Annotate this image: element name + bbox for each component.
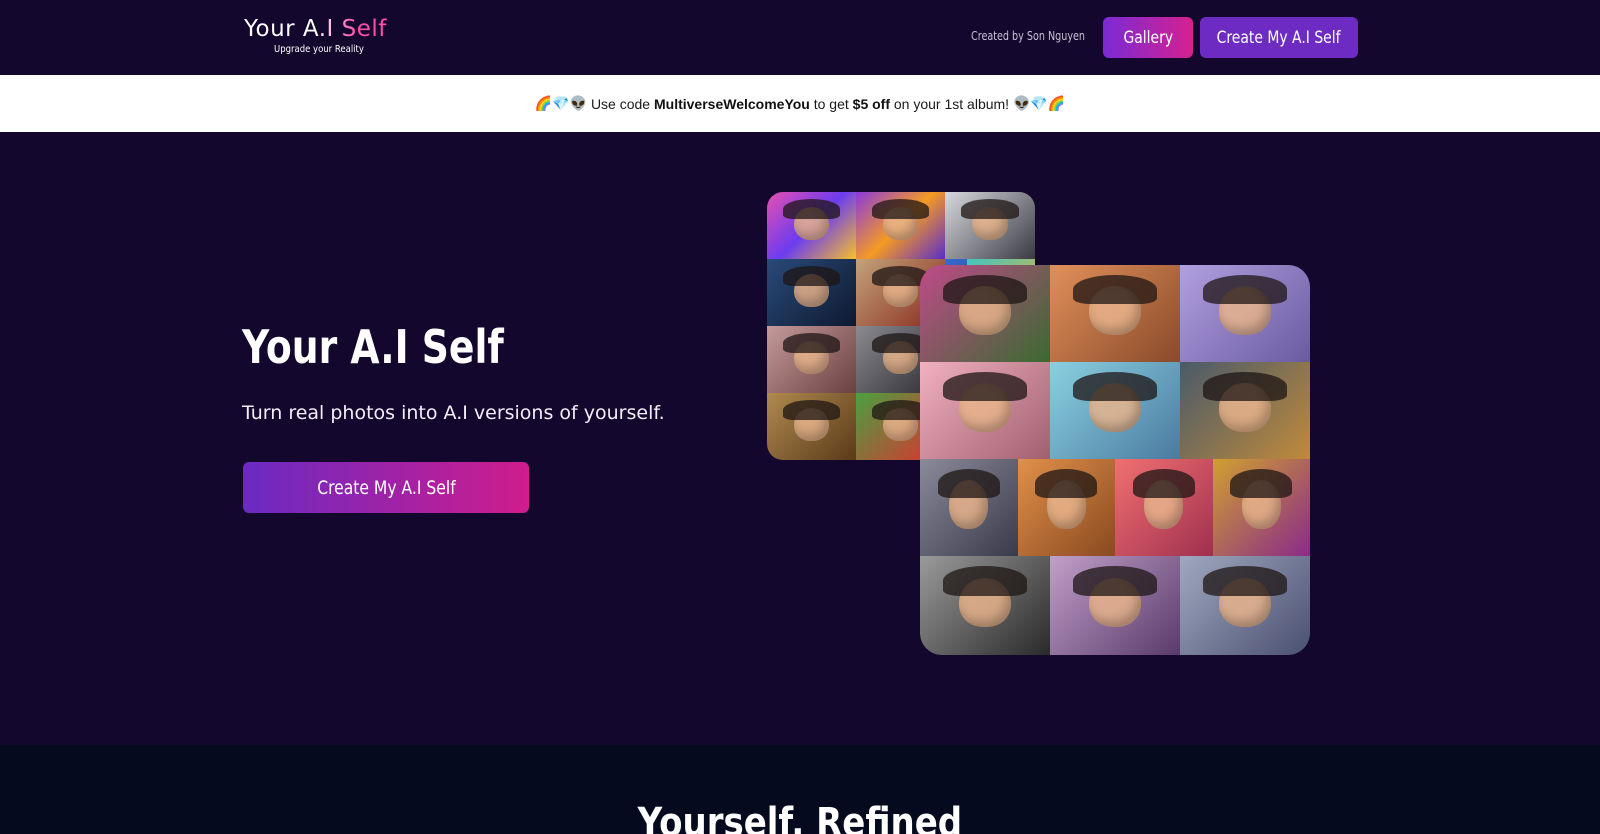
portrait-image — [856, 192, 945, 259]
collage-row — [920, 362, 1310, 459]
hero-create-button[interactable]: Create My A.I Self — [243, 462, 529, 513]
portrait-image — [1180, 362, 1310, 459]
portrait-image — [767, 259, 856, 326]
logo-title: Your A.I Self — [244, 16, 404, 42]
hero-subtitle: Turn real photos into A.I versions of yo… — [242, 402, 665, 424]
promo-text-3: on your 1st album! — [893, 95, 1010, 112]
collage-row — [920, 265, 1310, 362]
portrait-image — [1050, 362, 1180, 459]
promo-code: MultiverseWelcomeYou — [653, 95, 810, 112]
features-section: Yourself, Refined — [0, 745, 1600, 834]
portrait-image — [1017, 459, 1115, 556]
gallery-button[interactable]: Gallery — [1103, 17, 1193, 58]
collage-row — [920, 459, 1310, 556]
section-title: Yourself, Refined — [0, 800, 1600, 834]
portrait-image — [767, 326, 856, 393]
portrait-image — [920, 556, 1050, 655]
portrait-image — [920, 265, 1050, 362]
create-my-ai-self-button[interactable]: Create My A.I Self — [1200, 17, 1358, 58]
portrait-image — [945, 192, 1035, 259]
promo-banner: 🌈💎👽 Use code MultiverseWelcomeYou to get… — [0, 75, 1600, 132]
portrait-image — [1180, 556, 1310, 655]
portrait-image — [1212, 459, 1310, 556]
logo[interactable]: Your A.I Self Upgrade your Reality — [244, 16, 404, 60]
portrait-image — [1115, 459, 1213, 556]
portrait-image — [767, 393, 856, 460]
gallery-button-label: Gallery — [1123, 27, 1173, 48]
site-header: Your A.I Self Upgrade your Reality Creat… — [0, 0, 1600, 75]
portrait-image — [1050, 556, 1180, 655]
portrait-collage-large — [920, 265, 1310, 655]
portrait-image — [1180, 265, 1310, 362]
portrait-image — [1050, 265, 1180, 362]
created-by-text: Created by Son Nguyen — [971, 29, 1086, 43]
promo-emoji-left: 🌈💎👽 — [534, 95, 588, 111]
promo-discount: $5 off — [852, 95, 890, 112]
promo-text-1: Use code — [590, 95, 651, 112]
logo-subtitle: Upgrade your Reality — [274, 44, 364, 55]
promo-emoji-right: 👽💎🌈 — [1012, 95, 1066, 111]
portrait-image — [920, 459, 1018, 556]
portrait-image — [920, 362, 1050, 459]
hero-title: Your A.I Self — [242, 320, 504, 374]
section-title-text: Yourself, Refined — [637, 800, 963, 834]
portrait-image — [767, 192, 856, 259]
promo-text-2: to get — [813, 95, 849, 112]
hero-create-button-label: Create My A.I Self — [316, 476, 456, 499]
create-button-label: Create My A.I Self — [1217, 27, 1341, 48]
collage-row — [920, 556, 1310, 655]
